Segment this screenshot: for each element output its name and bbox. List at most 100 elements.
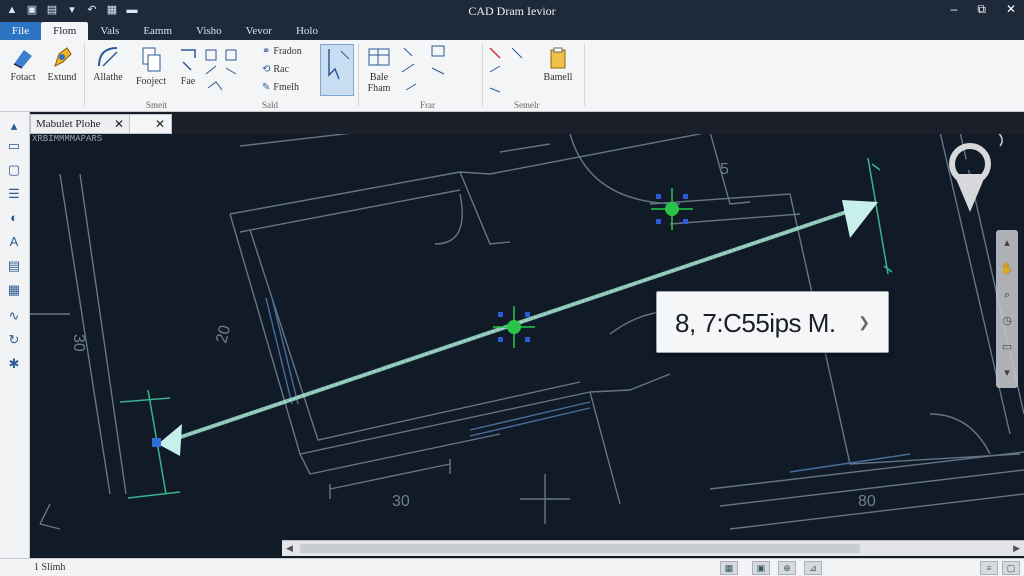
status-text: 1 Slimh [34, 562, 66, 573]
dimension-label: 30 [392, 493, 410, 510]
fooject-button[interactable]: Fooject [128, 46, 174, 87]
close-tab-icon[interactable]: ✕ [114, 117, 124, 132]
link-icon: ⚭ [262, 46, 271, 57]
fradon-item[interactable]: ⚭ Fradon [262, 46, 302, 57]
copy-icon [142, 47, 161, 72]
orbit-icon[interactable]: ◷ [996, 308, 1018, 334]
layers-icon[interactable]: ▤ [5, 258, 23, 274]
group-label: Frar [420, 100, 435, 110]
group-label: Sald [262, 100, 279, 110]
nav-down-icon[interactable]: ▾ [996, 360, 1018, 386]
ribbon-panel: Fotact Extund Allathe Fooject Fae ⚭ Frad… [0, 40, 1024, 112]
group-label: Smeit [146, 100, 168, 110]
allathe-button[interactable]: Allathe [88, 44, 128, 83]
rotate-icon: ⟲ [262, 64, 271, 75]
clipboard-icon [550, 47, 566, 69]
hatch-icon: ✎ [262, 82, 271, 93]
chevron-right-icon[interactable]: ❯ [858, 314, 870, 331]
divider [482, 44, 483, 106]
dimension-label: 30 [70, 334, 87, 352]
measurement-value: 8, 7:C55ips M. [675, 308, 836, 338]
curve-icon[interactable]: ∿ [5, 308, 23, 324]
app-title: CAD Dram Ievior [468, 4, 556, 18]
refresh-icon[interactable]: ↻ [5, 332, 23, 348]
arc-icon [98, 47, 118, 67]
cad-application-window: ▲ ▣ ▤ ▾ ↶ ▦ ▬ CAD Dram Ievior – ⧉ ✕ File… [0, 0, 1024, 576]
tab-visho[interactable]: Visho [184, 22, 234, 40]
dimension-label: 5 [720, 161, 729, 178]
zoom-icon[interactable]: ⌕ [996, 282, 1018, 308]
tab-file[interactable]: File [0, 22, 42, 40]
screen-icon[interactable]: ▭ [5, 138, 23, 154]
modify-tools-grid[interactable] [400, 44, 460, 98]
measurement-tooltip: 8, 7:C55ips M. ❯ [656, 291, 889, 353]
dimension-label: 80 [858, 493, 876, 510]
snap-marker[interactable] [651, 188, 693, 230]
divider [358, 44, 359, 106]
snap-toggle-icon[interactable]: ⊕ [778, 561, 796, 575]
divider [584, 44, 585, 106]
ortho-toggle-icon[interactable]: ⊿ [804, 561, 822, 575]
draw-tools-icon [205, 49, 237, 91]
model-space-icon[interactable]: ▦ [720, 561, 738, 575]
settings-icon[interactable]: ≡ [980, 561, 998, 575]
rac-item[interactable]: ⟲ Rac [262, 64, 289, 75]
scroll-thumb[interactable] [300, 544, 860, 553]
bale-fham-button[interactable]: Bale Fham [362, 46, 396, 94]
ribbon-tabs: File Flom Vals Eamm Visho Vevor Holo [0, 22, 1024, 40]
cursor-icon [328, 49, 350, 80]
grip-point[interactable] [152, 438, 161, 447]
snap-icon[interactable]: ✱ [5, 356, 23, 372]
fotact-button[interactable]: Fotact [6, 46, 40, 83]
tab-eamm[interactable]: Eamm [131, 22, 184, 40]
color-icon[interactable]: ◐ [5, 210, 23, 226]
annotate-tools-icon [489, 47, 523, 93]
navigation-bar: ▴ ✋ ⌕ ◷ ▭ ▾ [996, 230, 1018, 388]
pan-icon[interactable]: ✋ [996, 256, 1018, 282]
table-icon [368, 48, 390, 66]
close-panel-icon[interactable]: ✕ [155, 117, 165, 131]
modify-tools-icon [401, 45, 445, 91]
bamell-button[interactable]: Bamell [536, 46, 580, 83]
tab-vals[interactable]: Vals [88, 22, 131, 40]
transform-icon [181, 49, 196, 71]
draw-tools-grid[interactable] [204, 48, 252, 91]
left-toolbar: ▴ ▭ ▢ ☰ ◐ A ▤ ▦ ∿ ↻ ✱ [0, 112, 30, 558]
tab-holo[interactable]: Holo [284, 22, 330, 40]
arrow-up-icon[interactable]: ▴ [5, 118, 23, 134]
fullscreen-icon[interactable]: ▢ [1002, 561, 1020, 575]
nav-up-icon[interactable]: ▴ [996, 230, 1018, 256]
minimize-button[interactable]: – [951, 2, 958, 17]
tab-home[interactable]: Flom [41, 22, 89, 40]
showmotion-icon[interactable]: ▭ [996, 334, 1018, 360]
grid-toggle-icon[interactable]: ▣ [752, 561, 770, 575]
drawing-path-label: XRBIMMMMAPARS [32, 134, 103, 144]
fae-button[interactable]: Fae [176, 46, 200, 87]
snap-marker[interactable] [493, 306, 535, 348]
status-bar: 1 Slimh ▦ ▣ ⊕ ⊿ ≡ ▢ [0, 558, 1024, 576]
select-tool-button[interactable] [320, 44, 354, 96]
close-button[interactable]: ✕ [1006, 2, 1016, 17]
title-bar: ▲ ▣ ▤ ▾ ↶ ▦ ▬ CAD Dram Ievior – ⧉ ✕ [0, 0, 1024, 22]
annotate-tools-grid[interactable] [486, 44, 532, 98]
tab-bar-spacer: ✕ [130, 114, 172, 134]
group-label: Semelr [514, 100, 540, 110]
text-icon[interactable]: A [5, 234, 23, 250]
list-icon[interactable]: ☰ [5, 186, 23, 202]
scroll-left-icon[interactable]: ◀ [286, 543, 293, 554]
fmelh-item[interactable]: ✎ Fmelh [262, 82, 299, 93]
location-pin-icon[interactable] [949, 143, 991, 212]
tab-vevor[interactable]: Vevor [234, 22, 284, 40]
extund-button[interactable]: Extund [44, 44, 80, 83]
restore-button[interactable]: ⧉ [977, 2, 986, 17]
horizontal-scrollbar[interactable]: ◀ ▶ [282, 540, 1024, 556]
rectangle-icon[interactable]: ▢ [5, 162, 23, 178]
pen-icon [54, 47, 72, 67]
divider [84, 44, 85, 106]
dimension-label: 30 [354, 134, 372, 136]
grid-icon[interactable]: ▦ [5, 282, 23, 298]
document-tab[interactable]: Mabulet Plohe ✕ [30, 114, 130, 134]
dimension-label: 20 [213, 323, 234, 344]
window-controls: – ⧉ ✕ [951, 2, 1016, 17]
scroll-right-icon[interactable]: ▶ [1013, 543, 1020, 554]
